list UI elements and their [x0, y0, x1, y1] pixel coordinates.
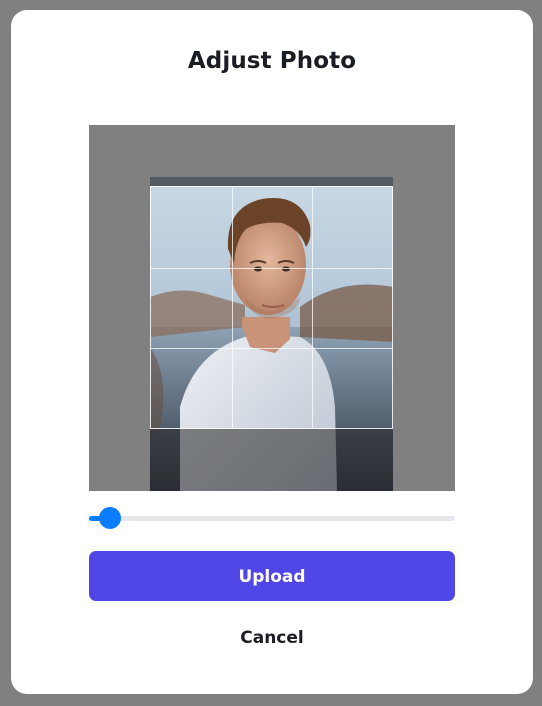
crop-mask-bottom	[150, 429, 393, 491]
crop-area[interactable]	[89, 125, 455, 491]
crop-grid-line	[151, 348, 392, 349]
crop-mask-top	[150, 177, 393, 186]
upload-button[interactable]: Upload	[89, 551, 455, 601]
cancel-button[interactable]: Cancel	[89, 620, 455, 656]
crop-frame[interactable]	[150, 186, 393, 429]
zoom-slider-track[interactable]	[89, 516, 455, 521]
zoom-slider-thumb[interactable]	[99, 507, 122, 529]
crop-grid-line	[151, 268, 392, 269]
adjust-photo-dialog: Adjust Photo Upload Cancel	[11, 10, 533, 694]
crop-grid-line	[232, 187, 233, 428]
modal-backdrop[interactable]: Adjust Photo Upload Cancel	[0, 0, 542, 706]
zoom-slider[interactable]	[89, 507, 455, 529]
crop-grid-line	[312, 187, 313, 428]
dialog-title: Adjust Photo	[187, 48, 357, 74]
